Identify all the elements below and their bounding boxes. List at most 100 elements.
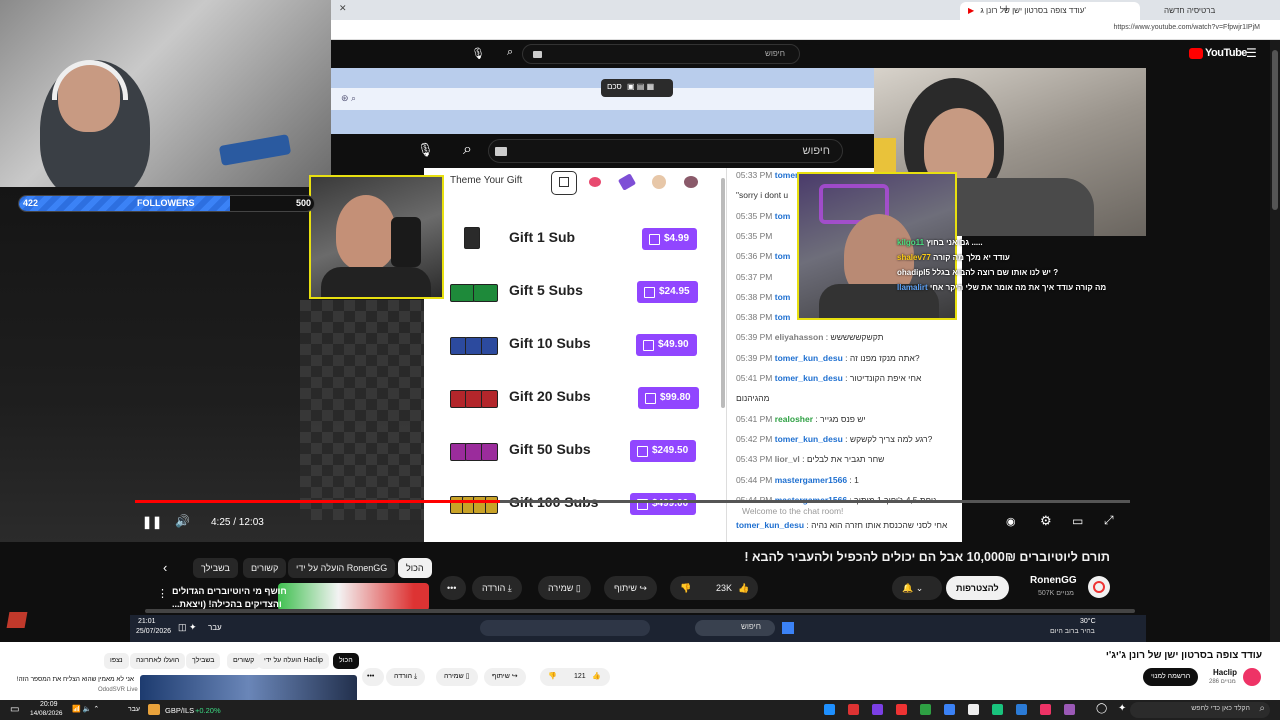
gift-price-button[interactable]: $4.99: [642, 228, 698, 250]
bottom-filter-chip[interactable]: הועלו לאחרונה: [130, 653, 186, 669]
bottom-channel-name[interactable]: Haclip: [1213, 668, 1237, 677]
browser-tab-other[interactable]: ברטיסיה חדשה: [1156, 2, 1276, 20]
chat-user[interactable]: mastergamer1566: [775, 475, 847, 485]
page-scrollbar-thumb[interactable]: [1272, 50, 1278, 210]
taskbar-app-icon[interactable]: [920, 704, 931, 715]
chat-user[interactable]: realosher: [775, 414, 813, 424]
bottom-filter-chip[interactable]: הועלה על ידי Haclip: [258, 653, 329, 669]
task-view-icon[interactable]: ◯: [1096, 703, 1107, 714]
horizontal-scrollbar[interactable]: [145, 609, 1135, 613]
bottom-download-button[interactable]: הורדה ⤓: [386, 668, 426, 686]
volume-icon[interactable]: 🔊: [175, 514, 190, 528]
bottom-dislike-icon[interactable]: 👎: [548, 668, 557, 686]
gift-row[interactable]: Gift 100 Subs$499.00: [424, 484, 724, 524]
filter-chip[interactable]: קשורים: [243, 558, 287, 578]
filter-chip[interactable]: הכול: [398, 558, 432, 578]
chat-user[interactable]: tom: [775, 211, 791, 221]
bottom-filter-chip[interactable]: בשבילך: [186, 653, 221, 669]
video-progress-bar[interactable]: [135, 500, 1130, 503]
like-icon[interactable]: 👍: [738, 576, 749, 600]
fullscreen-icon[interactable]: ⤢: [1104, 513, 1114, 528]
save-button[interactable]: שמירה ▯: [538, 576, 591, 600]
gift-panel-scrollbar[interactable]: [721, 178, 725, 408]
download-button[interactable]: הורדה ⤓: [472, 576, 522, 600]
taskbar-app-icon[interactable]: [944, 704, 955, 715]
bottom-channel-avatar[interactable]: [1243, 668, 1261, 686]
taskbar-app-icon[interactable]: [1016, 704, 1027, 715]
gift-row[interactable]: Gift 20 Subs $99.80: [424, 378, 724, 418]
bottom-filter-chip[interactable]: קשורים: [227, 653, 261, 669]
taskbar-search[interactable]: הקלד כאן כדי לחפש ⌕ ✦: [1118, 702, 1270, 718]
youtube-logo-icon[interactable]: [1189, 48, 1203, 59]
theater-mode-icon[interactable]: ▭: [1072, 514, 1083, 528]
bottom-like-icon[interactable]: 👍: [592, 668, 601, 686]
dislike-icon[interactable]: 👎: [680, 576, 691, 600]
browser-tab-active[interactable]: ▶ עודד צופה בסרטון ישן של רונן ג': [960, 2, 1140, 20]
search-input[interactable]: חיפוש ⌕: [507, 44, 800, 64]
taskbar-app-icon[interactable]: [1064, 704, 1075, 715]
screenshot-toolbar[interactable]: סכם ▣ ▤ ▦: [601, 79, 673, 97]
channel-avatar[interactable]: [1088, 576, 1110, 598]
theme-heart-icon[interactable]: [589, 177, 601, 187]
taskbar-app-icon[interactable]: [872, 704, 883, 715]
chat-user[interactable]: tom: [775, 312, 791, 322]
chat-user[interactable]: tomer_kun_desu: [775, 373, 843, 383]
tray-notification-icon[interactable]: ▭: [10, 704, 19, 715]
gift-row[interactable]: Gift 10 Subs $49.90: [424, 325, 724, 365]
chat-user[interactable]: tomer_kun_desu: [775, 353, 843, 363]
gift-row[interactable]: Gift 1 Sub $4.99: [424, 219, 724, 259]
taskbar-app-icon[interactable]: [824, 704, 835, 715]
taskbar-language[interactable]: עבר: [128, 706, 140, 713]
notification-bell-button[interactable]: 🔔 ⌄: [892, 576, 942, 600]
autoplay-toggle[interactable]: ◉: [1006, 515, 1016, 528]
chat-user[interactable]: tom: [775, 251, 791, 261]
bottom-subscribe-button[interactable]: הרשמה למנוי: [1143, 668, 1199, 686]
more-actions-button[interactable]: •••: [440, 576, 466, 600]
theme-rocket-icon[interactable]: [617, 173, 637, 191]
bottom-more-button[interactable]: •••: [362, 668, 384, 686]
taskbar-app-icon[interactable]: [1040, 704, 1051, 715]
taskbar-app-icon[interactable]: [848, 704, 859, 715]
chips-prev-arrow[interactable]: ‹: [163, 560, 167, 575]
settings-gear-icon[interactable]: ⚙: [1040, 513, 1052, 529]
chat-user[interactable]: lior_vl: [775, 454, 800, 464]
filter-chip[interactable]: בשבילך: [193, 558, 238, 578]
bottom-save-button[interactable]: שמירה ▯: [436, 668, 478, 686]
theme-gift-option-selected[interactable]: [551, 171, 577, 195]
copilot-icon[interactable]: ✦: [1118, 703, 1126, 714]
related-title-2[interactable]: והצדיקים בהכילה! (ויצאת...: [172, 599, 282, 609]
page-scrollbar[interactable]: [1270, 40, 1280, 690]
bottom-related-thumbnail[interactable]: [140, 675, 357, 700]
gift-price-button[interactable]: $249.50: [630, 440, 697, 462]
theme-character-icon[interactable]: [652, 175, 666, 189]
chat-user[interactable]: tom: [775, 292, 791, 302]
bottom-share-button[interactable]: שיתוף ↪: [484, 668, 526, 686]
youtube-logo-text[interactable]: YouTube: [1205, 47, 1247, 59]
new-tab-button[interactable]: +: [1003, 3, 1009, 15]
address-bar[interactable]: https://www.youtube.com/watch?v=Ffpwjr1I…: [331, 20, 1280, 40]
taskbar-app-icon[interactable]: [968, 704, 979, 715]
search-icon[interactable]: ⌕: [507, 46, 513, 59]
share-button[interactable]: שיתוף ↪: [604, 576, 657, 600]
chat-user[interactable]: tomer_kun_desu: [775, 434, 843, 444]
close-window-icon[interactable]: ✕: [339, 3, 347, 14]
gift-price-button[interactable]: $99.80: [638, 387, 699, 409]
gift-row[interactable]: Gift 50 Subs $249.50: [424, 431, 724, 471]
gift-row[interactable]: Gift 5 Subs $24.95: [424, 272, 724, 312]
theme-face-icon[interactable]: [684, 176, 698, 188]
related-more-icon[interactable]: ⋮: [157, 587, 168, 600]
filter-chip[interactable]: הועלה על ידי RonenGG: [288, 558, 396, 578]
channel-name[interactable]: RonenGG: [1030, 575, 1077, 586]
bottom-filter-chip[interactable]: נצפו: [104, 653, 129, 669]
subscribe-button[interactable]: להצטרפות: [946, 576, 1009, 600]
gift-price-button[interactable]: $49.90: [636, 334, 697, 356]
tray-icons[interactable]: 📶 🔈 ⌃: [72, 705, 99, 713]
related-thumbnail[interactable]: [278, 583, 429, 611]
bottom-filter-chip[interactable]: הכול: [333, 653, 359, 669]
gift-price-button[interactable]: $499.00: [630, 493, 697, 515]
menu-icon[interactable]: ☰: [1246, 46, 1257, 60]
related-title-1[interactable]: חושף מי היוטיוברים הגדולים: [172, 586, 287, 596]
keyboard-icon[interactable]: [533, 51, 542, 58]
bottom-related-title[interactable]: אני לא מאמין שהוא הצליח את המספר הזה!: [17, 676, 134, 683]
chat-user[interactable]: eliyahasson: [775, 332, 824, 342]
